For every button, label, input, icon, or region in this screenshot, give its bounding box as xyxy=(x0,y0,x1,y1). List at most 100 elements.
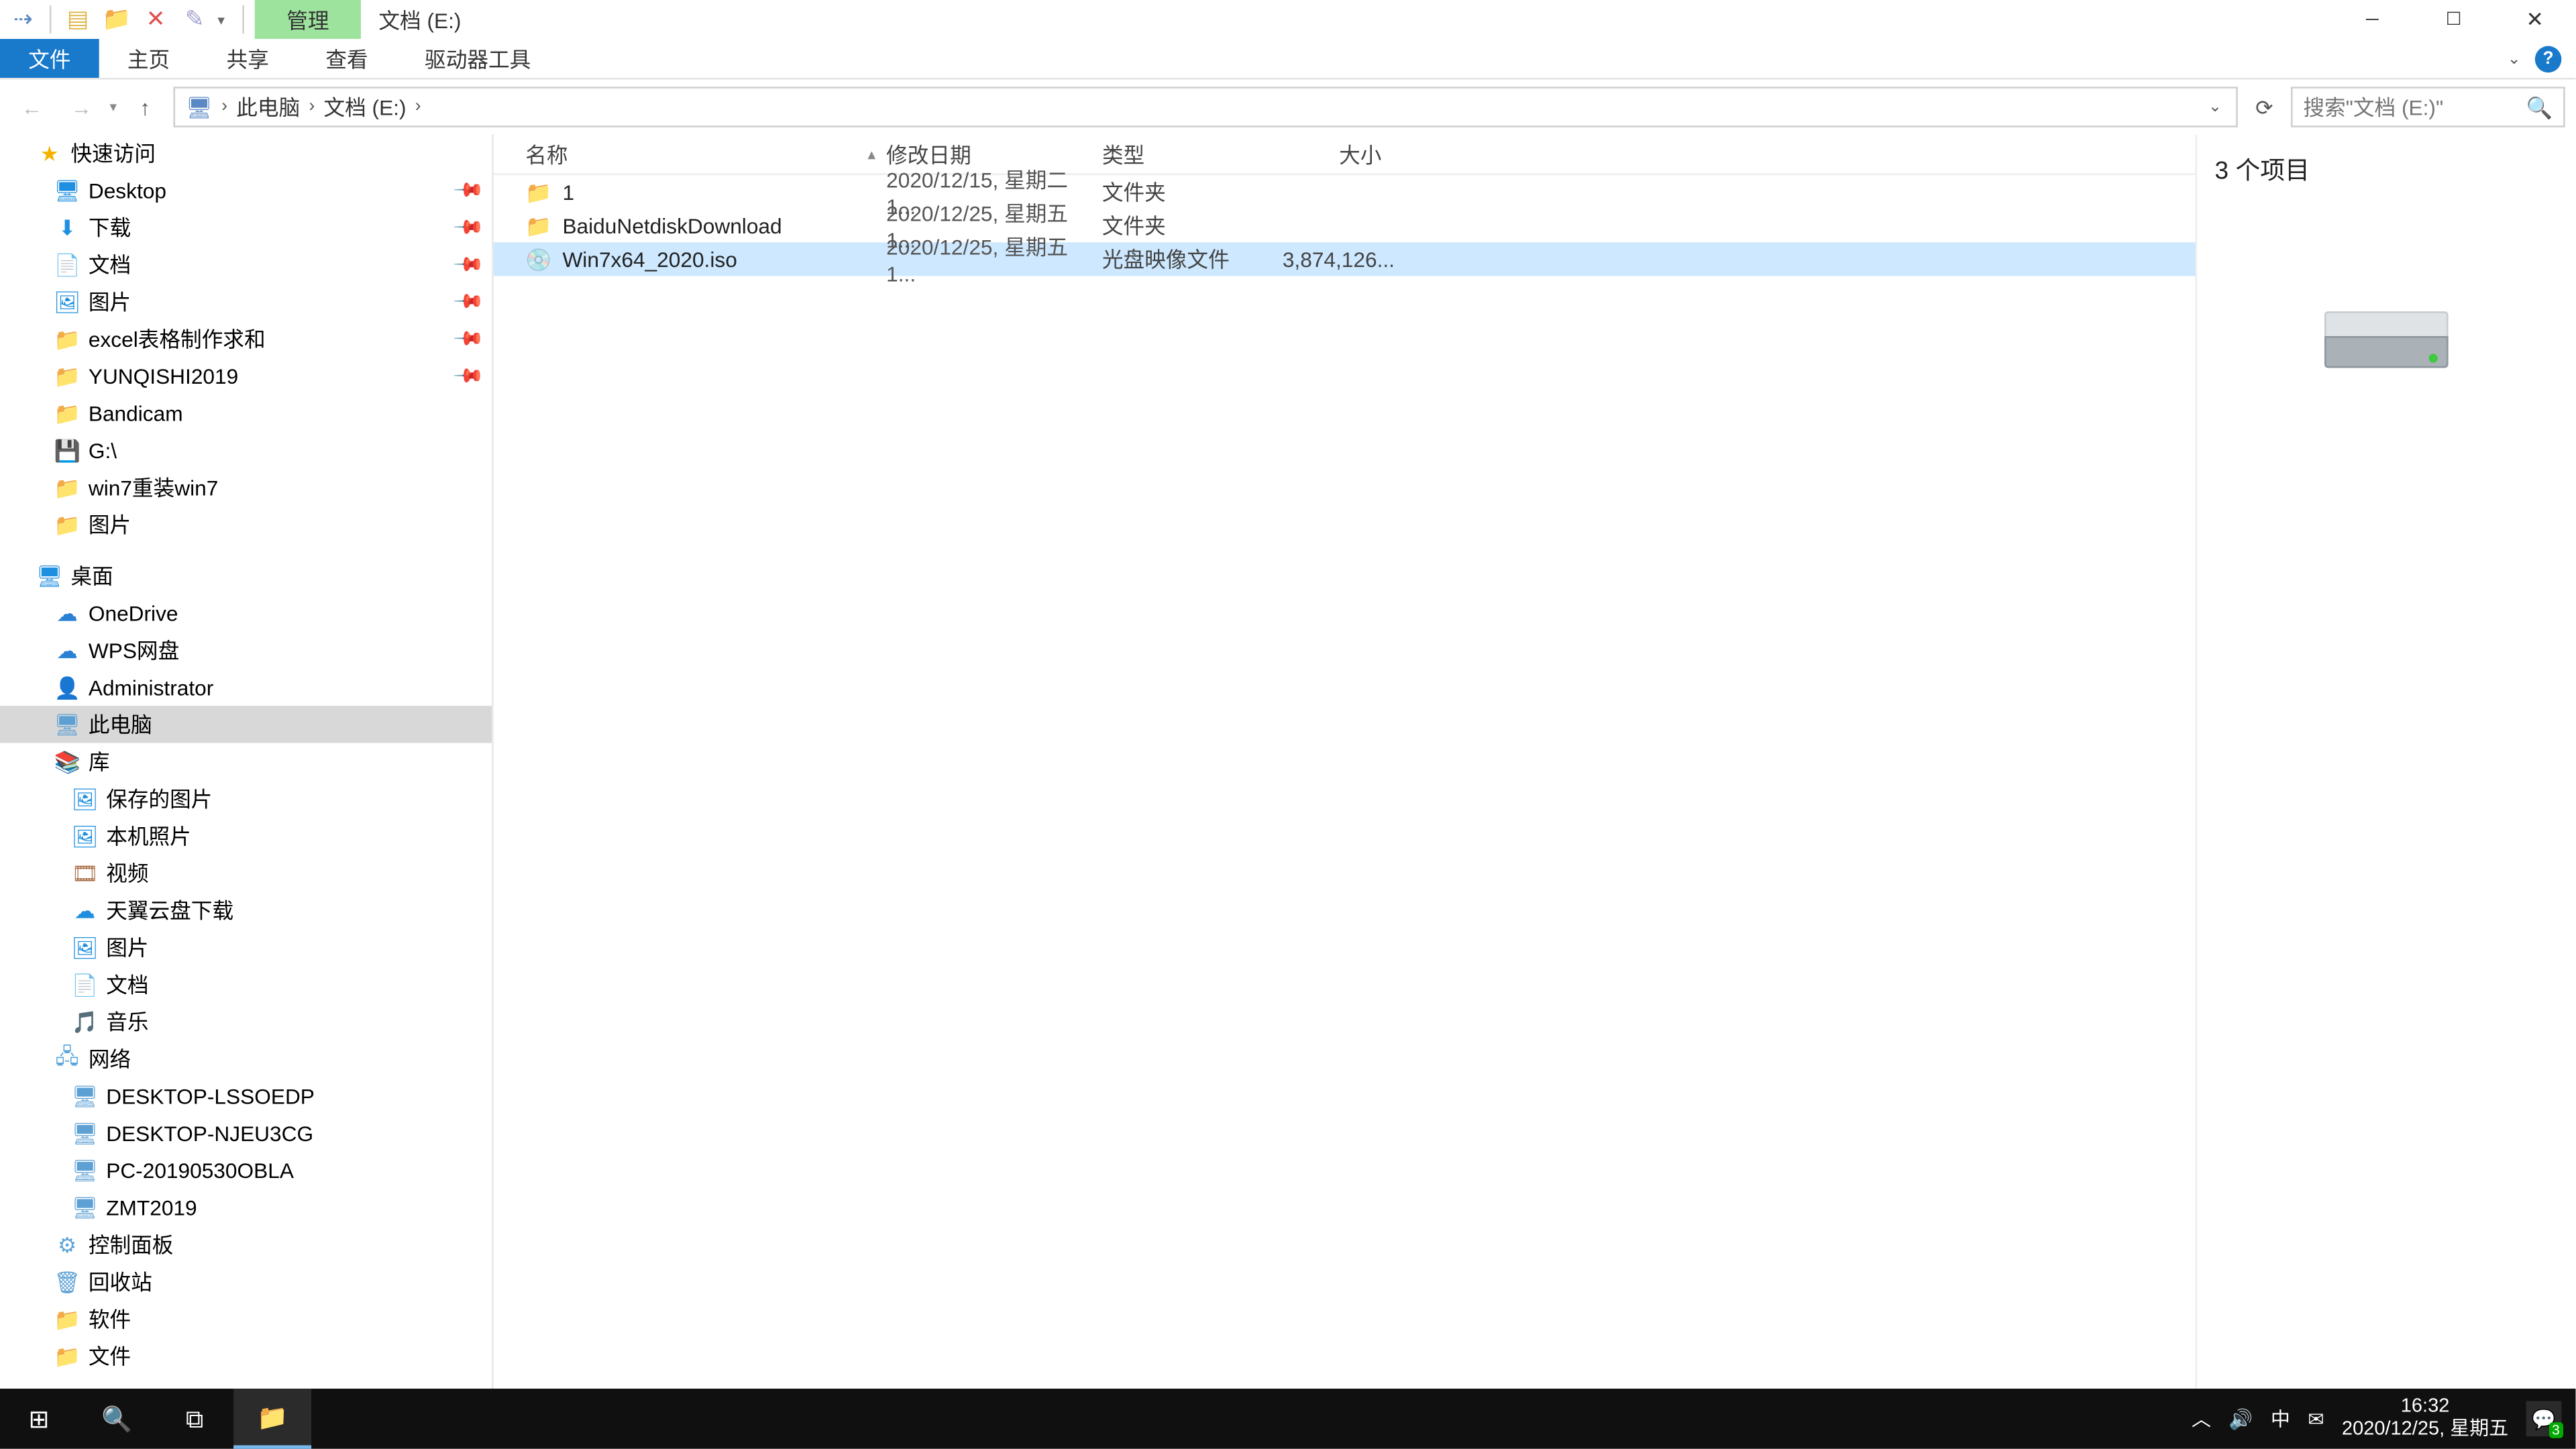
tree-item[interactable]: ☁WPS网盘 xyxy=(0,631,492,668)
tree-item-label: 文件 xyxy=(81,1341,131,1371)
tree-item[interactable]: 🖼保存的图片 xyxy=(0,780,492,817)
breadcrumb-item[interactable]: 文档 (E:) xyxy=(320,92,410,122)
file-row[interactable]: 💿Win7x64_2020.iso2020/12/25, 星期五 1...光盘映… xyxy=(494,242,2196,276)
tree-item[interactable]: 📚库 xyxy=(0,743,492,780)
tree-item[interactable]: 🖼图片📌 xyxy=(0,283,492,320)
tab-home[interactable]: 主页 xyxy=(99,39,199,78)
address-dropdown-icon[interactable]: ⌄ xyxy=(2208,97,2229,117)
search-input[interactable] xyxy=(2303,95,2526,119)
pin-icon: 📌 xyxy=(452,211,486,244)
tree-item-label: 保存的图片 xyxy=(99,784,213,814)
tree-item[interactable]: 🎞视频 xyxy=(0,855,492,892)
taskbar[interactable]: ⊞ 🔍 ⧉ 📁 ︿ 🔊 中 ✉ 16:32 2020/12/25, 星期五 💬3 xyxy=(0,1389,2575,1449)
tree-item[interactable]: ☁天翼云盘下载 xyxy=(0,892,492,928)
ime-icon[interactable]: 中 xyxy=(2271,1405,2290,1433)
chevron-right-icon[interactable]: › xyxy=(307,97,317,117)
tree-item[interactable]: 📄文档📌 xyxy=(0,246,492,283)
chevron-right-icon[interactable]: › xyxy=(413,97,423,117)
tree-item[interactable]: 🖼图片 xyxy=(0,928,492,965)
search-icon[interactable]: 🔍 xyxy=(2526,95,2553,119)
tree-item[interactable]: ⚙控制面板 xyxy=(0,1226,492,1263)
tree-item[interactable]: 📁YUNQISHI2019📌 xyxy=(0,358,492,394)
search-box[interactable]: 🔍 xyxy=(2291,87,2565,127)
delete-icon[interactable]: ✕ xyxy=(140,3,171,35)
blue-icon: 🖥 xyxy=(36,564,64,588)
tree-item[interactable]: 💾G:\ xyxy=(0,431,492,468)
file-row[interactable]: 📁12020/12/15, 星期二 1...文件夹 xyxy=(494,175,2196,209)
chevron-right-icon[interactable]: › xyxy=(220,97,229,117)
col-size[interactable]: 大小 xyxy=(1283,139,1389,169)
history-dropdown-icon[interactable]: ▾ xyxy=(109,99,117,115)
help-icon[interactable]: ? xyxy=(2535,45,2562,72)
tree-item-label: win7重装win7 xyxy=(81,472,218,502)
properties-icon[interactable]: ▤ xyxy=(62,3,93,35)
tab-view[interactable]: 查看 xyxy=(297,39,396,78)
separator xyxy=(50,5,52,34)
expand-ribbon-icon[interactable]: ⌄ xyxy=(2508,49,2521,68)
rename-icon[interactable]: ✎ xyxy=(178,3,210,35)
search-button[interactable]: 🔍 xyxy=(78,1389,156,1449)
task-view-button[interactable]: ⧉ xyxy=(156,1389,233,1449)
file-name: 1 xyxy=(562,180,574,205)
tab-drive-tools[interactable]: 驱动器工具 xyxy=(396,39,559,78)
tree-item[interactable]: 👤Administrator xyxy=(0,669,492,706)
tree-item[interactable]: 🎵音乐 xyxy=(0,1003,492,1040)
tree-item[interactable]: 🖼本机照片 xyxy=(0,817,492,854)
tree-item-label: 网络 xyxy=(81,1044,131,1074)
app-icon[interactable]: ⇢ xyxy=(7,3,39,35)
tab-share[interactable]: 共享 xyxy=(198,39,297,78)
file-row[interactable]: 📁BaiduNetdiskDownload2020/12/25, 星期五 1..… xyxy=(494,209,2196,242)
back-button[interactable]: ← xyxy=(11,86,53,128)
tree-item[interactable]: 📄文档 xyxy=(0,966,492,1003)
tree-item[interactable]: 🖥ZMT2019 xyxy=(0,1189,492,1226)
tree-item[interactable]: 📁文件 xyxy=(0,1338,492,1375)
tree-item[interactable]: 📁excel表格制作求和📌 xyxy=(0,320,492,357)
new-folder-icon[interactable]: 📁 xyxy=(101,3,132,35)
explorer-taskbar-button[interactable]: 📁 xyxy=(233,1389,311,1449)
tree-item-label: WPS网盘 xyxy=(81,635,179,665)
action-center-icon[interactable]: 💬3 xyxy=(2526,1401,2562,1437)
tree-item[interactable]: 📁Bandicam xyxy=(0,394,492,431)
tree-item[interactable]: 🖥DESKTOP-LSSOEDP xyxy=(0,1077,492,1114)
tree-item[interactable]: 🖥Desktop📌 xyxy=(0,172,492,209)
tree-item[interactable]: 📁win7重装win7 xyxy=(0,469,492,506)
column-headers[interactable]: 名称▴ 修改日期 类型 大小 xyxy=(494,134,2196,175)
contextual-tab[interactable]: 管理 xyxy=(255,0,361,39)
close-button[interactable]: ✕ xyxy=(2494,0,2575,39)
tray-overflow-icon[interactable]: ︿ xyxy=(2192,1405,2211,1433)
folder-icon: 📄 xyxy=(70,972,99,997)
system-tray[interactable]: ︿ 🔊 中 ✉ 16:32 2020/12/25, 星期五 💬3 xyxy=(2192,1396,2575,1442)
file-list[interactable]: 名称▴ 修改日期 类型 大小 📁12020/12/15, 星期二 1...文件夹… xyxy=(494,134,2196,1409)
tree-item[interactable]: 🖧网络 xyxy=(0,1040,492,1077)
col-type[interactable]: 类型 xyxy=(1102,139,1283,169)
refresh-button[interactable]: ⟳ xyxy=(2245,88,2284,127)
tree-item[interactable]: 🖥桌面 xyxy=(0,557,492,594)
clock[interactable]: 16:32 2020/12/25, 星期五 xyxy=(2342,1396,2508,1442)
tree-item[interactable]: ☁OneDrive xyxy=(0,594,492,631)
forward-button[interactable]: → xyxy=(60,86,103,128)
minimize-button[interactable]: ─ xyxy=(2332,0,2413,39)
tree-item[interactable]: 🖥此电脑 xyxy=(0,706,492,743)
breadcrumb-item[interactable]: 此电脑 xyxy=(233,92,304,122)
maximize-button[interactable]: ☐ xyxy=(2413,0,2494,39)
qat-dropdown-icon[interactable]: ▾ xyxy=(217,11,231,28)
tree-item[interactable]: 🗑回收站 xyxy=(0,1263,492,1300)
address-bar[interactable]: 🖥 › 此电脑 › 文档 (E:) › ⌄ xyxy=(173,87,2237,127)
up-button[interactable]: ↑ xyxy=(124,86,166,128)
tree-item[interactable]: ⬇下载📌 xyxy=(0,209,492,246)
tree-item-label: YUNQISHI2019 xyxy=(81,364,238,388)
folder-icon: 🎵 xyxy=(70,1009,99,1034)
col-name[interactable]: 名称▴ xyxy=(494,139,886,169)
tree-item[interactable]: 🖥PC-20190530OBLA xyxy=(0,1152,492,1189)
volume-icon[interactable]: 🔊 xyxy=(2229,1407,2253,1430)
start-button[interactable]: ⊞ xyxy=(0,1389,78,1449)
blue-icon: 🖥 xyxy=(53,178,81,203)
tab-file[interactable]: 文件 xyxy=(0,39,99,78)
navigation-tree[interactable]: ★快速访问🖥Desktop📌⬇下载📌📄文档📌🖼图片📌📁excel表格制作求和📌📁… xyxy=(0,134,494,1409)
tree-item[interactable]: ★快速访问 xyxy=(0,134,492,171)
mail-icon[interactable]: ✉ xyxy=(2308,1407,2324,1430)
tree-item[interactable]: 📁软件 xyxy=(0,1300,492,1337)
tree-item[interactable]: 🖥DESKTOP-NJEU3CG xyxy=(0,1114,492,1151)
lib-icon: 📚 xyxy=(53,749,81,774)
tree-item[interactable]: 📁图片 xyxy=(0,506,492,543)
